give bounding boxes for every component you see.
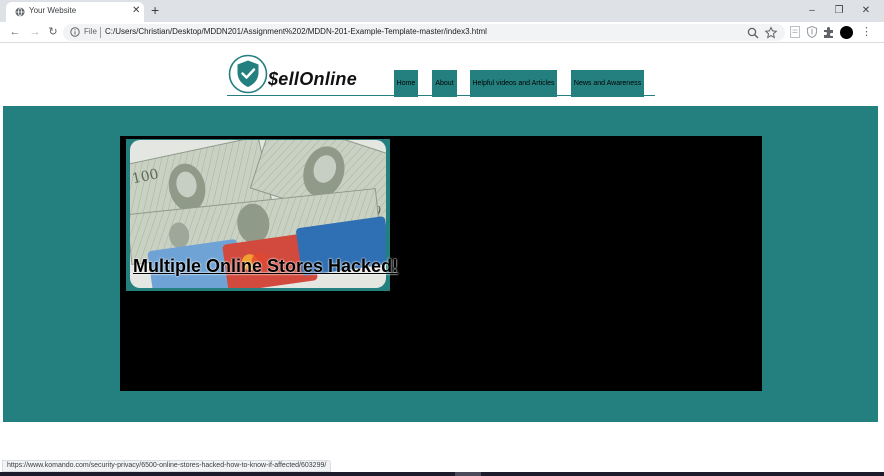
reload-icon[interactable]: ↻ [45, 24, 61, 40]
info-icon[interactable] [70, 27, 80, 37]
browser-toolbar: ← → ↻ File C:/Users/Christian/Desktop/MD… [0, 22, 884, 43]
taskbar-active-item[interactable] [455, 472, 481, 476]
reader-icon[interactable] [788, 25, 802, 39]
close-window-button[interactable]: ✕ [852, 2, 880, 20]
minimize-button[interactable]: – [798, 2, 826, 20]
zoom-icon[interactable] [746, 26, 760, 40]
browser-tabstrip: Your Website ✕ + – ❐ ✕ [0, 0, 884, 22]
browser-tab[interactable]: Your Website ✕ [6, 2, 144, 22]
globe-icon [15, 7, 25, 17]
nav-news-and-awareness[interactable]: News and Awareness [571, 70, 644, 97]
maximize-button[interactable]: ❐ [825, 2, 853, 20]
forward-icon[interactable]: → [27, 24, 43, 40]
url-text[interactable]: C:/Users/Christian/Desktop/MDDN201/Assig… [105, 27, 487, 36]
scheme-label: File [84, 27, 97, 36]
profile-avatar[interactable] [840, 26, 853, 39]
bookmark-star-icon[interactable] [764, 26, 778, 40]
url-divider [100, 27, 101, 38]
address-bar[interactable]: File C:/Users/Christian/Desktop/MDDN201/… [63, 24, 785, 41]
tab-title: Your Website [29, 6, 77, 15]
tab-close-icon[interactable]: ✕ [132, 5, 140, 17]
kebab-menu-icon[interactable]: ⋮ [861, 25, 872, 39]
back-icon[interactable]: ← [7, 24, 23, 40]
site-logo-text[interactable]: $ellOnline [268, 69, 357, 90]
nav-home[interactable]: Home [394, 70, 418, 97]
shield-check-icon[interactable] [228, 54, 268, 94]
article-card-title[interactable]: Multiple Online Stores Hacked! [133, 256, 398, 277]
new-tab-button[interactable]: + [151, 3, 159, 17]
shield-extension-icon[interactable] [805, 25, 819, 39]
os-taskbar [0, 472, 884, 476]
status-bar-url: https://www.komando.com/security-privacy… [2, 460, 332, 472]
puzzle-extensions-icon[interactable] [822, 25, 836, 39]
nav-helpful-videos-and-articles[interactable]: Helpful videos and Articles [470, 70, 557, 97]
nav-about[interactable]: About [432, 70, 457, 97]
